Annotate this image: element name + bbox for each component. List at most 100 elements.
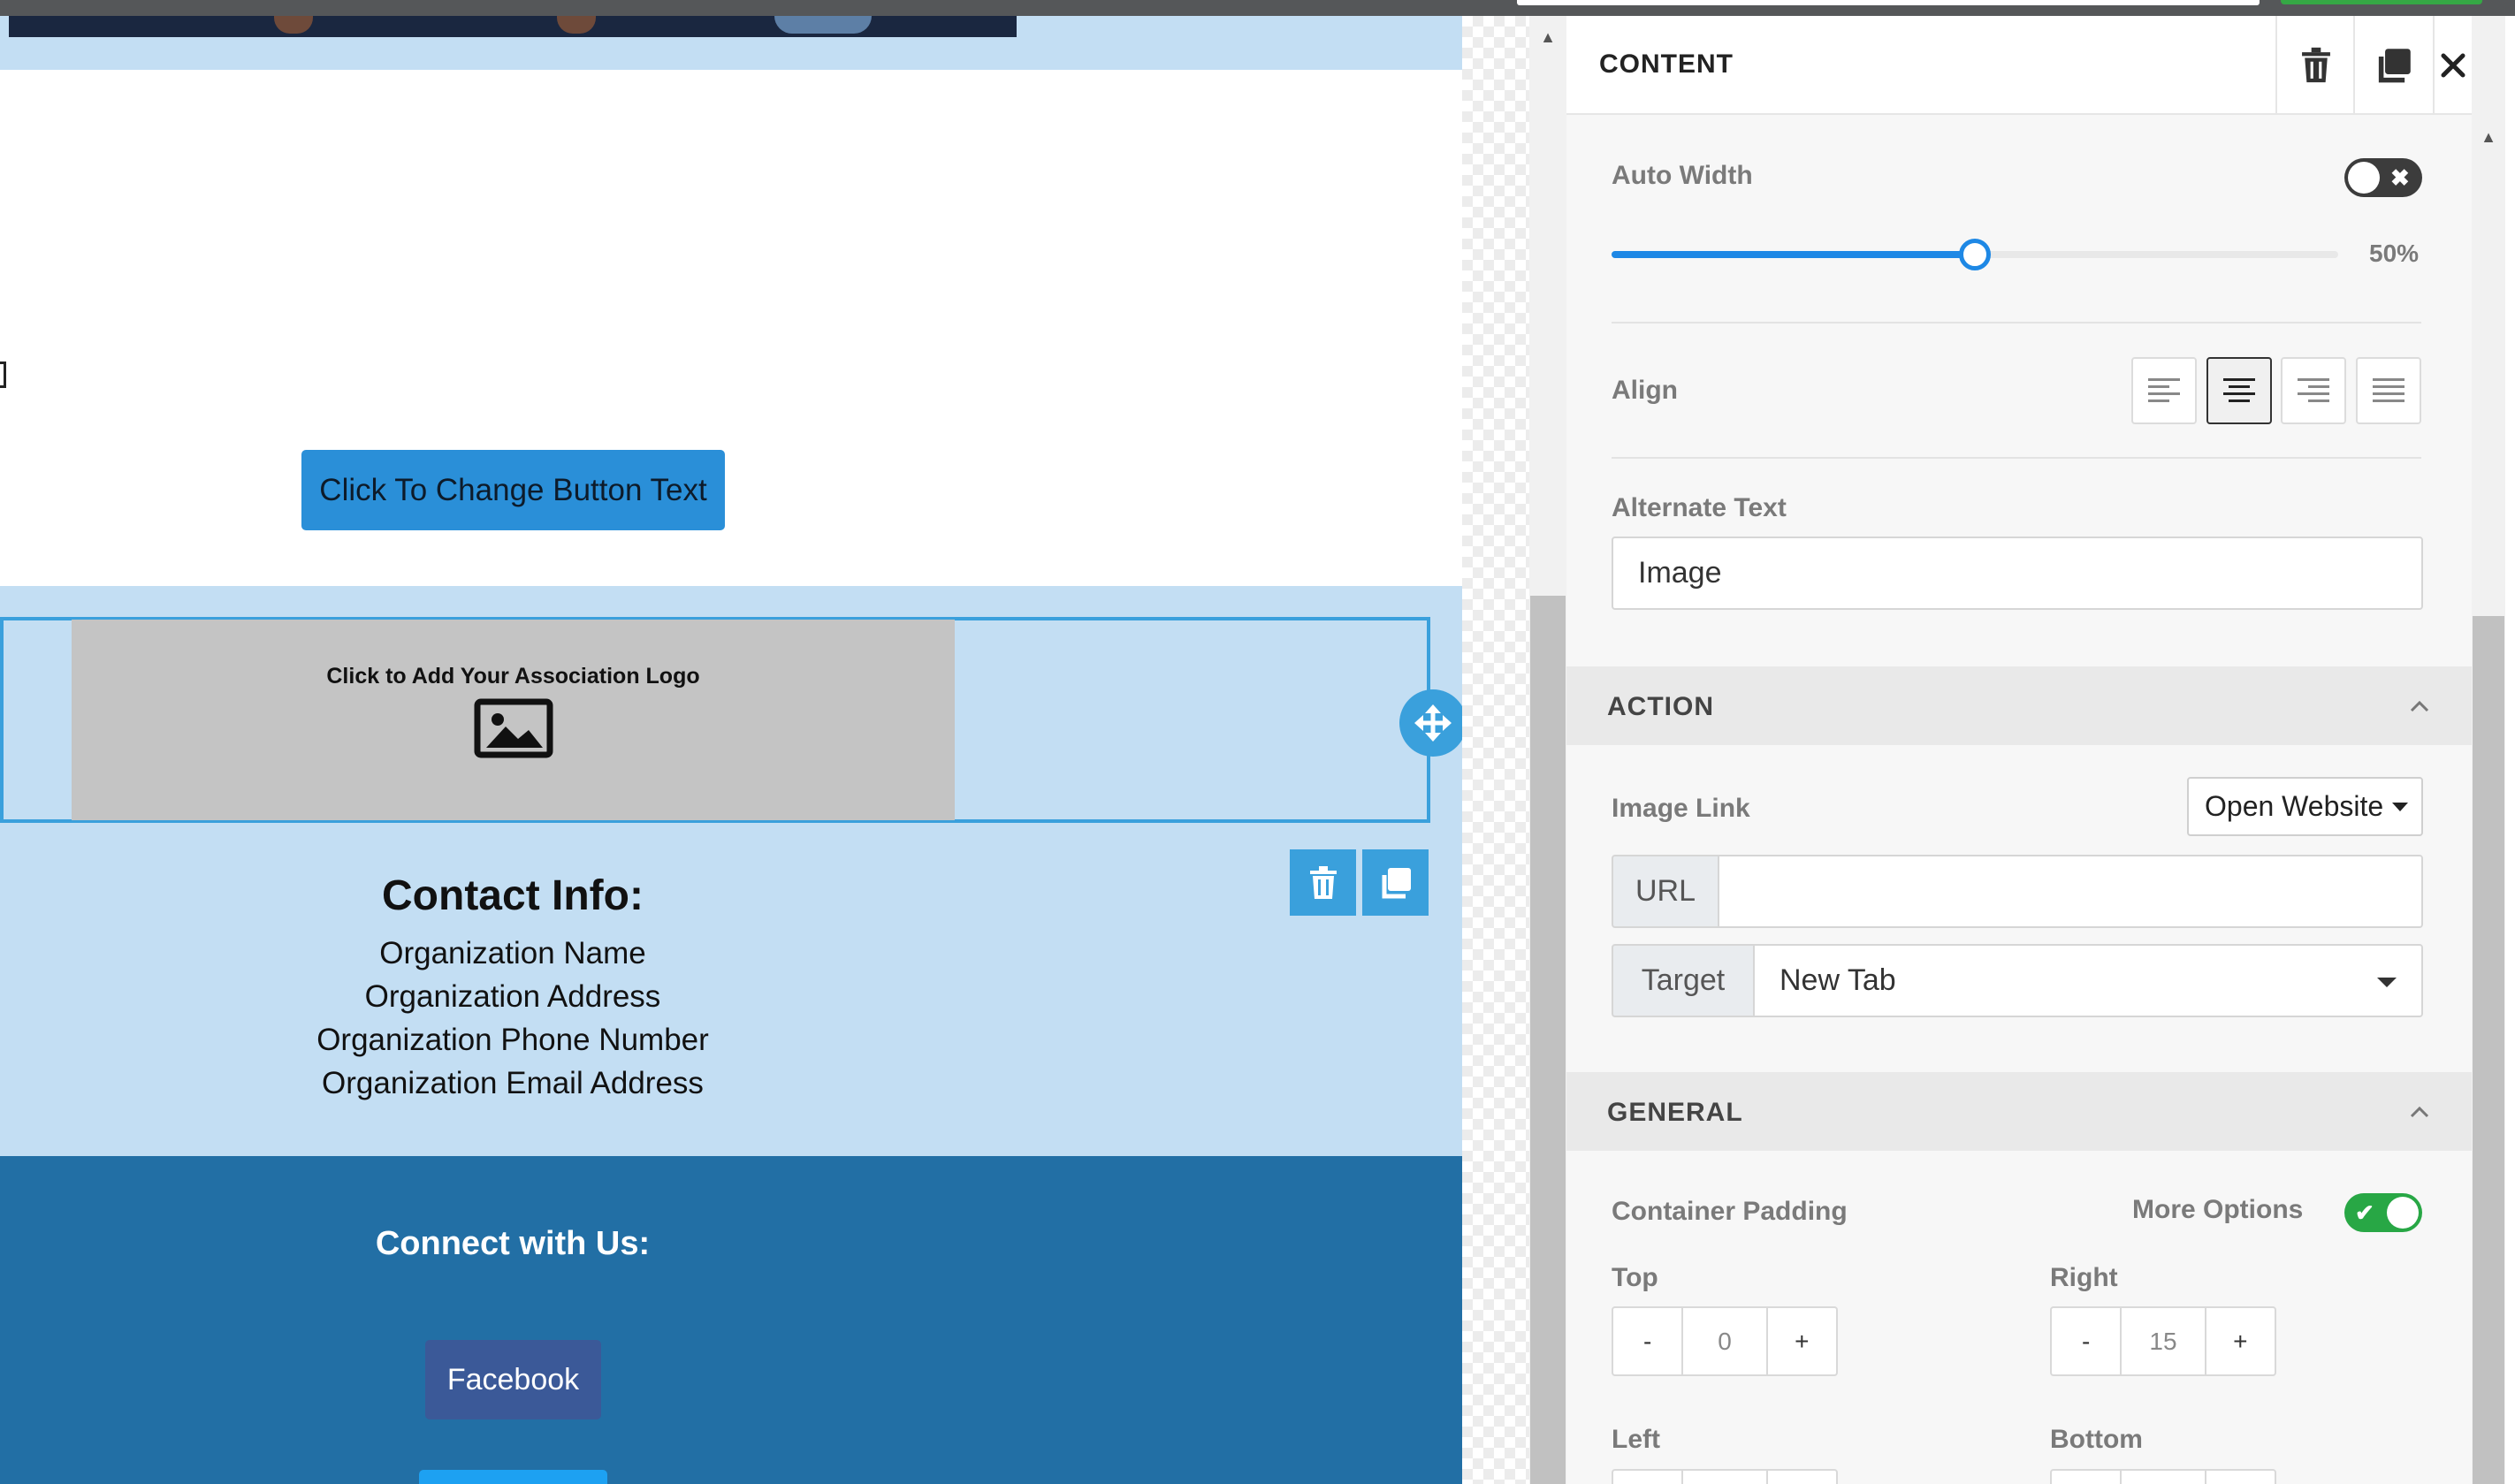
width-slider-thumb[interactable] [1959,239,1991,270]
block-duplicate-button[interactable] [1362,849,1429,916]
increment-button[interactable]: + [2206,1471,2275,1484]
window-edge [2505,16,2515,1484]
move-handle-icon[interactable] [1399,689,1462,757]
target-addon: Target [1612,944,1755,1017]
contact-section: Click to Add Your Association Logo Conta… [0,586,1462,1156]
padding-bottom-value[interactable]: 0 [2120,1471,2206,1484]
caret-down-icon [2392,802,2409,811]
hero-image-detail [774,16,872,34]
block-delete-button[interactable] [1290,849,1356,916]
width-slider-fill [1612,251,1975,258]
padding-right-label: Right [2050,1263,2118,1292]
panel-title: CONTENT [1599,49,1734,79]
close-icon [2441,53,2465,78]
delete-block-button[interactable] [2275,16,2355,115]
padding-left-label: Left [1612,1425,1660,1454]
auto-width-label: Auto Width [1612,161,1753,190]
padding-right-value[interactable]: 15 [2120,1308,2206,1374]
padding-left-value[interactable]: 15 [1681,1471,1768,1484]
increment-button[interactable]: + [1768,1471,1836,1484]
duplicate-icon [2378,49,2411,83]
check-icon: ✔ [2355,1199,2374,1226]
align-right-button[interactable] [2281,357,2346,424]
divider [1612,457,2421,459]
email-canvas: Click To Change Button Text Click to Add… [0,16,1462,1484]
chevron-up-icon [2410,700,2429,712]
align-left-icon [2148,378,2180,402]
action-section-header[interactable]: ACTION [1566,666,2472,745]
panel-header: CONTENT [1566,16,2472,115]
hero-image[interactable] [9,16,1017,37]
x-icon: ✖ [2390,164,2410,191]
close-panel-button[interactable] [2433,16,2472,115]
target-select[interactable]: New Tab [1753,944,2423,1017]
image-link-select[interactable]: Open Website [2187,777,2423,836]
more-options-label: More Options [2132,1195,2304,1224]
auto-width-toggle[interactable]: ✖ [2344,158,2422,197]
padding-top-value[interactable]: 0 [1681,1308,1768,1374]
align-label: Align [1612,376,1678,405]
decrement-button[interactable]: - [1613,1308,1681,1374]
trash-icon [1309,865,1337,899]
hero-image-detail [274,16,313,34]
align-center-icon [2223,378,2255,402]
decrement-button[interactable]: - [2052,1308,2120,1374]
canvas-scrollbar-thumb[interactable] [1530,596,1566,1484]
align-center-button[interactable] [2206,357,2272,424]
url-addon: URL [1612,855,1719,928]
decrement-button[interactable]: - [2052,1471,2120,1484]
width-slider-value: 50% [2369,240,2420,267]
increment-button[interactable]: + [1768,1308,1836,1374]
duplicate-block-button[interactable] [2353,16,2433,115]
image-icon [474,698,553,758]
contact-line[interactable]: Organization Phone Number [0,1023,1025,1058]
target-value: New Tab [1780,963,1896,997]
social-button[interactable] [419,1470,607,1484]
panel-scrollbar-thumb[interactable] [2473,616,2504,1484]
top-toolbar-save-button[interactable] [2281,0,2482,4]
connect-title[interactable]: Connect with Us: [0,1225,1025,1263]
padding-top-label: Top [1612,1263,1658,1292]
scroll-up-icon[interactable]: ▲ [1529,19,1566,55]
chevron-up-icon [2410,1106,2429,1118]
container-padding-label: Container Padding [1612,1197,1848,1226]
cta-button[interactable]: Click To Change Button Text [301,450,725,530]
facebook-button[interactable]: Facebook [425,1340,601,1419]
logo-placeholder-label: Click to Add Your Association Logo [326,664,700,689]
image-link-value: Open Website [2205,790,2384,822]
properties-panel: CONTENT Auto Width ✖ 50% Align Alternate… [1566,16,2472,1484]
duplicate-icon [1382,867,1411,898]
padding-bottom-stepper[interactable]: - 0 + [2050,1469,2276,1484]
align-justify-icon [2373,378,2404,402]
url-input[interactable] [1718,855,2423,928]
general-section-header[interactable]: GENERAL [1566,1072,2472,1151]
padding-bottom-label: Bottom [2050,1425,2143,1454]
contact-line[interactable]: Organization Name [0,936,1025,971]
trash-icon [2302,47,2330,83]
text-cursor-mark [0,361,6,388]
alternate-text-input[interactable]: Image [1612,537,2423,610]
align-right-icon [2298,378,2329,402]
image-link-label: Image Link [1612,794,1750,823]
general-section-title: GENERAL [1607,1098,1743,1127]
caret-down-icon [2377,978,2397,987]
padding-right-stepper[interactable]: - 15 + [2050,1306,2276,1376]
align-left-button[interactable] [2131,357,2197,424]
contact-title[interactable]: Contact Info: [0,871,1025,920]
social-section: Connect with Us: Facebook [0,1156,1462,1484]
increment-button[interactable]: + [2206,1308,2275,1374]
scroll-up-icon[interactable]: ▲ [2472,124,2505,150]
action-section-title: ACTION [1607,692,1714,721]
top-toolbar-input[interactable] [1517,0,2260,5]
toggle-knob [2348,162,2380,194]
more-options-toggle[interactable]: ✔ [2344,1193,2422,1232]
contact-line[interactable]: Organization Address [0,979,1025,1015]
divider [1612,322,2421,323]
toggle-knob [2387,1197,2419,1229]
padding-top-stepper[interactable]: - 0 + [1612,1306,1838,1376]
contact-line[interactable]: Organization Email Address [0,1066,1025,1101]
align-justify-button[interactable] [2356,357,2421,424]
padding-left-stepper[interactable]: - 15 + [1612,1469,1838,1484]
decrement-button[interactable]: - [1613,1471,1681,1484]
logo-placeholder[interactable]: Click to Add Your Association Logo [72,620,955,820]
